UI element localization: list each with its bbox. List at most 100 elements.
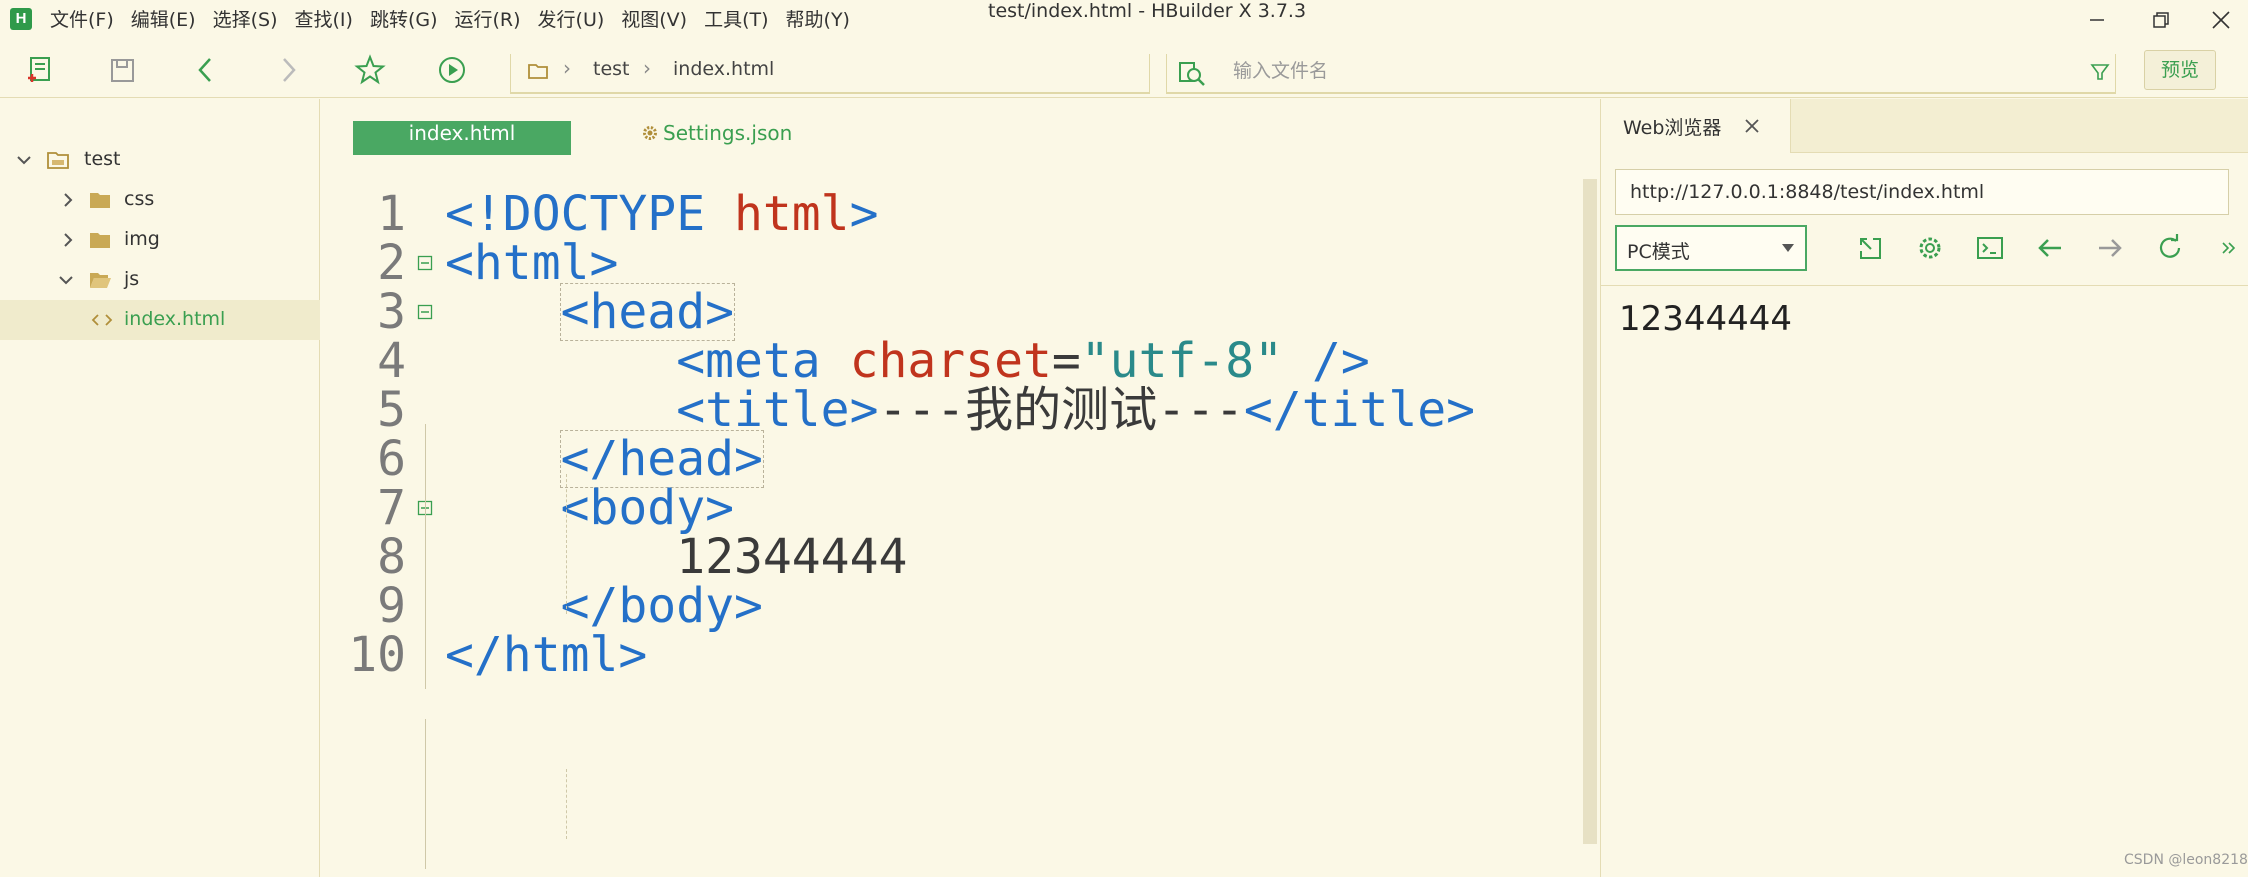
breadcrumb-item-file[interactable]: index.html: [673, 58, 774, 80]
file-search: [1166, 54, 2116, 94]
menu-find[interactable]: 查找(I): [295, 0, 353, 40]
open-folder-icon: [90, 273, 111, 288]
tab-index-html[interactable]: index.html: [353, 121, 571, 155]
save-icon: [111, 59, 134, 82]
tree-item-js[interactable]: js: [0, 260, 320, 300]
url-input[interactable]: [1615, 169, 2229, 215]
settings-gear-icon: [1919, 237, 1941, 259]
tab-label: Settings.json: [663, 121, 793, 145]
fold-collapse-icon[interactable]: [417, 255, 433, 271]
folder-icon: [90, 233, 110, 248]
refresh-icon: [2159, 234, 2181, 258]
browser-tab-label: Web浏览器: [1623, 117, 1722, 139]
breadcrumb: › test › index.html: [510, 54, 1150, 94]
detach-button[interactable]: [1853, 231, 1887, 265]
code-token: </html>: [445, 627, 648, 683]
detach-icon: [1860, 238, 1881, 259]
fold-collapse-icon[interactable]: [417, 304, 433, 320]
browser-tab-strip: [1791, 99, 2248, 153]
menu-file[interactable]: 文件(F): [50, 0, 114, 40]
web-browser-panel: Web浏览器 PC模式 12344444: [1600, 99, 2248, 877]
tab-web-browser[interactable]: Web浏览器: [1601, 99, 1791, 153]
breadcrumb-separator-icon: ›: [643, 56, 651, 80]
favorite-button[interactable]: [352, 52, 388, 88]
browser-settings-button[interactable]: [1913, 231, 1947, 265]
browser-back-button[interactable]: [2033, 231, 2067, 265]
caret-down-icon: [1782, 244, 1794, 252]
browser-forward-button[interactable]: [2093, 231, 2127, 265]
editor-scrollbar[interactable]: [1583, 179, 1597, 844]
preview-button[interactable]: 预览: [2144, 50, 2216, 90]
title-bar: H 文件(F) 编辑(E) 选择(S) 查找(I) 跳转(G) 运行(R) 发行…: [0, 0, 2248, 40]
indent-guide: [566, 474, 567, 614]
indent-guide: [566, 769, 567, 839]
run-button[interactable]: [434, 52, 470, 88]
close-window-button[interactable]: [2206, 5, 2236, 35]
tree-item-test[interactable]: test: [0, 140, 320, 180]
chevron-right-icon[interactable]: [58, 230, 78, 250]
back-button[interactable]: [188, 52, 224, 88]
menu-help[interactable]: 帮助(Y): [786, 0, 850, 40]
chevron-down-icon[interactable]: [56, 270, 76, 290]
chevron-right-icon[interactable]: [58, 190, 78, 210]
folder-icon: [90, 193, 110, 208]
menu-goto[interactable]: 跳转(G): [370, 0, 438, 40]
minimize-button[interactable]: [2082, 5, 2112, 35]
fold-guide: [425, 719, 426, 869]
run-icon: [439, 57, 465, 83]
project-explorer: test css img js index.html: [0, 99, 320, 877]
tab-settings-json[interactable]: Settings.json: [641, 121, 792, 155]
window-title: test/index.html - HBuilder X 3.7.3: [988, 0, 1307, 22]
device-mode-select[interactable]: PC模式: [1615, 225, 1807, 271]
tree-item-index-html[interactable]: index.html: [0, 300, 320, 340]
breadcrumb-item-test[interactable]: test: [593, 58, 630, 80]
restore-icon: [2153, 12, 2169, 28]
code-token: html: [733, 186, 850, 242]
search-input[interactable]: [1233, 56, 1993, 86]
breadcrumb-separator-icon: ›: [563, 56, 571, 80]
folder-icon: [528, 64, 548, 79]
favorite-star-icon: [354, 54, 386, 85]
html-file-icon: [91, 314, 113, 326]
new-file-button[interactable]: [22, 52, 58, 88]
minimize-icon: [2090, 19, 2104, 21]
menu-view[interactable]: 视图(V): [621, 0, 687, 40]
forward-icon: [283, 58, 296, 82]
code-line[interactable]: </html>: [445, 620, 647, 690]
device-mode-value: PC模式: [1627, 241, 1690, 263]
close-tab-icon[interactable]: [1741, 115, 1763, 137]
restore-button[interactable]: [2146, 5, 2176, 35]
fold-guide: [425, 424, 426, 689]
console-button[interactable]: [1973, 231, 2007, 265]
chevron-down-icon[interactable]: [14, 150, 34, 170]
menu-edit[interactable]: 编辑(E): [131, 0, 196, 40]
menu-select[interactable]: 选择(S): [213, 0, 278, 40]
rendered-page-text: 12344444: [1619, 299, 1793, 339]
menu-tools[interactable]: 工具(T): [704, 0, 768, 40]
save-button[interactable]: [104, 52, 140, 88]
back-icon: [198, 58, 211, 82]
forward-arrow-icon: [2099, 239, 2122, 257]
tree-item-label: img: [124, 228, 160, 250]
refresh-button[interactable]: [2153, 231, 2187, 265]
menu-publish[interactable]: 发行(U): [538, 0, 605, 40]
tree-item-label: css: [124, 188, 155, 210]
project-folder-icon: [47, 152, 69, 169]
tree-item-css[interactable]: css: [0, 180, 320, 220]
menu-run[interactable]: 运行(R): [455, 0, 521, 40]
code-token: </title>: [1243, 382, 1476, 438]
code-editor[interactable]: index.html Settings.json 1 <!DOCTYPE html…: [321, 99, 1599, 877]
tree-item-img[interactable]: img: [0, 220, 320, 260]
forward-button[interactable]: [270, 52, 306, 88]
line-number: 10: [348, 627, 406, 683]
divider: [1601, 285, 2248, 286]
tree-item-label: test: [84, 148, 121, 170]
filter-icon[interactable]: [2088, 60, 2112, 84]
code-token: >: [849, 186, 879, 242]
close-icon: [2212, 11, 2230, 29]
menu-bar: 文件(F) 编辑(E) 选择(S) 查找(I) 跳转(G) 运行(R) 发行(U…: [50, 0, 867, 40]
console-icon: [1977, 237, 2003, 259]
more-button[interactable]: [2213, 231, 2247, 265]
new-file-icon: [28, 57, 50, 82]
watermark: CSDN @leon8218: [2124, 852, 2248, 868]
